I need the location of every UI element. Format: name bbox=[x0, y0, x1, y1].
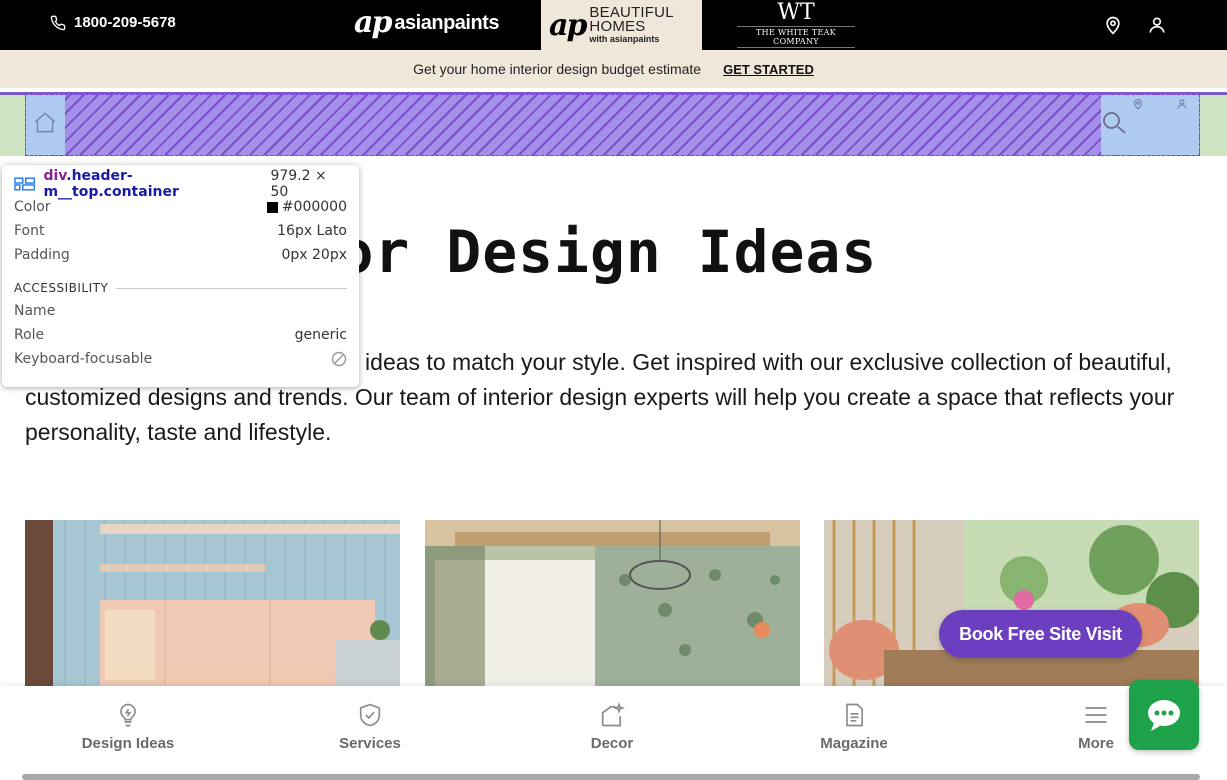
location-pin-icon[interactable] bbox=[1132, 98, 1144, 110]
beautiful-homes-logo[interactable]: ap BEAUTIFUL HOMES with asianpaints bbox=[541, 0, 702, 50]
accessibility-section: ACCESSIBILITY bbox=[14, 277, 347, 299]
design-card-living[interactable] bbox=[824, 520, 1199, 690]
magazine-icon bbox=[846, 703, 863, 726]
beautiful-homes-text: BEAUTIFUL HOMES with asianpaints bbox=[589, 5, 673, 44]
asianpaints-mark: ap bbox=[354, 5, 392, 40]
living-image bbox=[824, 520, 1199, 690]
chat-bubble-icon bbox=[1148, 700, 1180, 731]
nav-item-magazine[interactable]: Magazine bbox=[764, 686, 944, 766]
section-title: ACCESSIBILITY bbox=[14, 281, 109, 295]
row-value: 16px Lato bbox=[277, 223, 347, 239]
nav-item-services[interactable]: Services bbox=[280, 686, 460, 766]
beautiful-homes-line3: with asianpaints bbox=[589, 34, 660, 44]
white-teak-name: THE WHITE TEAK COMPANY bbox=[737, 26, 855, 48]
decor-icon bbox=[601, 701, 625, 726]
kitchen-image bbox=[25, 520, 400, 690]
location-pin-icon[interactable] bbox=[1103, 15, 1123, 35]
design-card-kitchen[interactable] bbox=[25, 520, 400, 690]
row-value: generic bbox=[294, 327, 347, 343]
phone-number: 1800-209-5678 bbox=[74, 14, 176, 31]
nav-item-decor[interactable]: Decor bbox=[522, 686, 702, 766]
tooltip-row-role: Role generic bbox=[14, 323, 347, 347]
tooltip-row-font: Font 16px Lato bbox=[14, 219, 347, 243]
tooltip-selector: div.header-m__top.container bbox=[43, 168, 262, 200]
white-teak-logo[interactable]: WT THE WHITE TEAK COMPANY ap bbox=[737, 2, 855, 57]
home-icon[interactable] bbox=[32, 110, 58, 136]
tooltip-header: div.header-m__top.container 979.2 × 50 bbox=[14, 168, 347, 200]
search-icon[interactable] bbox=[1099, 108, 1129, 138]
flex-container-icon bbox=[14, 177, 36, 191]
nav-item-design-ideas[interactable]: Design Ideas bbox=[38, 686, 218, 766]
phone-icon bbox=[50, 15, 66, 30]
row-label: Color bbox=[14, 199, 51, 215]
page: 1800-209-5678 ap asianpaints ap BEAUTIFU… bbox=[0, 0, 1227, 780]
asianpaints-logo[interactable]: ap asianpaints bbox=[354, 5, 499, 40]
row-label: Role bbox=[14, 327, 45, 343]
row-label: Padding bbox=[14, 247, 70, 263]
nav-label: Magazine bbox=[820, 734, 888, 752]
white-teak-monogram: WT bbox=[777, 0, 815, 25]
user-icon[interactable] bbox=[1176, 98, 1188, 110]
nav-label: Decor bbox=[590, 734, 634, 752]
section-rule bbox=[116, 287, 347, 289]
not-focusable-icon bbox=[331, 351, 347, 367]
color-swatch bbox=[266, 201, 278, 213]
dining-image bbox=[425, 520, 800, 690]
nav-label: Design Ideas bbox=[81, 734, 175, 752]
tooltip-row-name: Name bbox=[14, 299, 347, 323]
menu-icon bbox=[1085, 706, 1107, 723]
inspector-tooltip: div.header-m__top.container 979.2 × 50 C… bbox=[2, 165, 359, 387]
row-label: Keyboard-focusable bbox=[14, 351, 153, 367]
row-value: #000000 bbox=[266, 199, 347, 215]
bulb-icon bbox=[120, 703, 136, 726]
asianpaints-wordmark: asianpaints bbox=[394, 12, 499, 34]
inspector-highlight bbox=[25, 94, 1200, 156]
row-label: Name bbox=[14, 303, 56, 319]
shield-check-icon bbox=[359, 703, 381, 726]
chat-button[interactable] bbox=[1129, 680, 1199, 750]
horizontal-scrollbar[interactable] bbox=[22, 774, 1200, 780]
tooltip-dimensions: 979.2 × 50 bbox=[270, 168, 327, 200]
tooltip-row-focusable: Keyboard-focusable bbox=[14, 347, 347, 371]
nav-label: Services bbox=[339, 734, 401, 752]
beautiful-homes-mark: ap bbox=[549, 7, 587, 43]
top-bar: 1800-209-5678 ap asianpaints ap BEAUTIFU… bbox=[0, 0, 1227, 57]
book-free-site-visit-button[interactable]: Book Free Site Visit bbox=[939, 610, 1142, 658]
row-label: Font bbox=[14, 223, 45, 239]
get-started-link[interactable]: GET STARTED bbox=[723, 62, 814, 77]
estimate-text: Get your home interior design budget est… bbox=[413, 61, 702, 77]
nav-label: More bbox=[1078, 734, 1114, 752]
user-icon[interactable] bbox=[1147, 15, 1167, 35]
bottom-nav: Design Ideas Services Decor Magazine Mor… bbox=[0, 686, 1227, 780]
beautiful-homes-line2: HOMES bbox=[589, 18, 646, 35]
color-value: #000000 bbox=[281, 199, 347, 215]
tooltip-row-padding: Padding 0px 20px bbox=[14, 243, 347, 267]
estimate-bar: Get your home interior design budget est… bbox=[0, 50, 1227, 88]
phone-link[interactable]: 1800-209-5678 bbox=[50, 14, 176, 31]
design-card-dining[interactable] bbox=[425, 520, 800, 690]
selector-tag: div bbox=[43, 168, 67, 184]
row-value: 0px 20px bbox=[281, 247, 347, 263]
